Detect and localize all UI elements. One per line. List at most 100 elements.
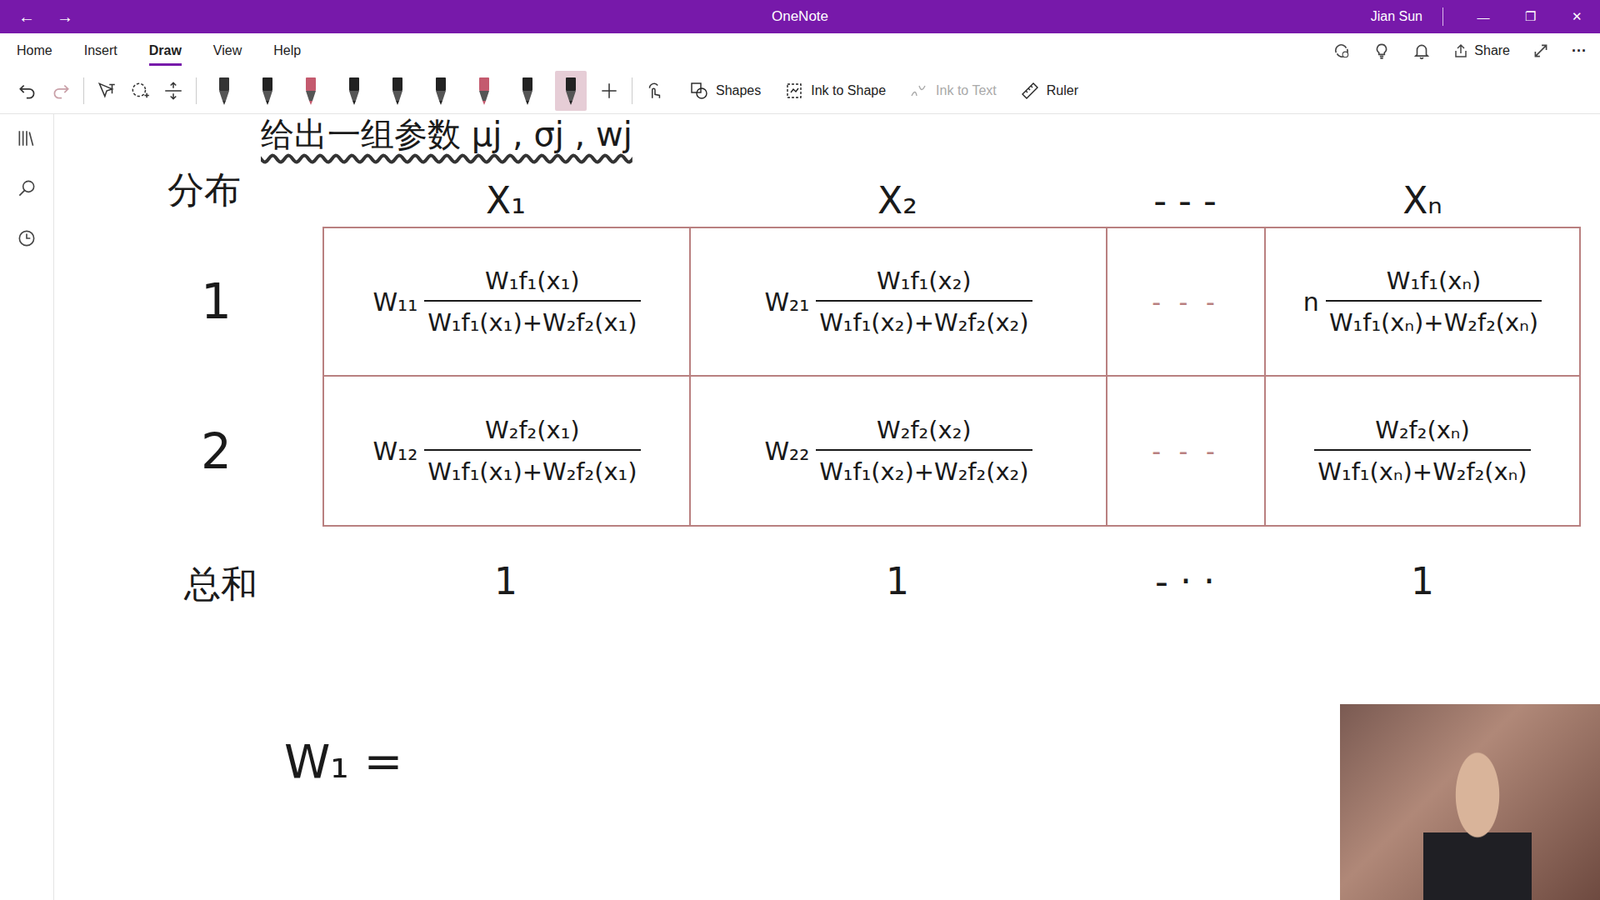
fraction: W₂f₂(x₁) W₁f₁(x₁)+W₂f₂(x₁) <box>424 415 640 486</box>
table-cell: W₁₂ W₂f₂(x₁) W₁f₁(x₁)+W₂f₂(x₁) <box>322 376 690 527</box>
tool-button[interactable]: Ruler <box>1020 80 1079 101</box>
pen-button[interactable] <box>468 70 500 111</box>
denominator: W₁f₁(xₙ)+W₂f₂(xₙ) <box>1314 449 1530 486</box>
pen-icon <box>214 75 235 107</box>
sync-icon[interactable] <box>1332 41 1351 60</box>
pen-button[interactable] <box>251 70 284 111</box>
pen-button[interactable] <box>425 70 457 111</box>
menu-bar: Home Insert Draw View Help Share ··· <box>0 33 1600 69</box>
pen-button[interactable] <box>555 70 587 111</box>
distribution-label: 分布 <box>167 160 323 227</box>
menu-tab[interactable]: Home <box>16 36 53 66</box>
window-title: OneNote <box>771 8 829 25</box>
pen-icon <box>560 75 581 107</box>
window-control[interactable]: — <box>1460 10 1507 25</box>
nav-button[interactable]: ← <box>15 7 39 27</box>
add-space-icon[interactable] <box>162 80 185 102</box>
ruler-icon <box>1020 80 1040 101</box>
column-header: - - - <box>1105 160 1265 227</box>
table-cell: W₂₁ W₁f₁(x₂) W₁f₁(x₂)+W₂f₂(x₂) <box>689 226 1106 377</box>
menu-tab[interactable]: View <box>213 36 242 66</box>
touch-draw-icon[interactable] <box>644 80 666 102</box>
table-cell: W₂₂ W₂f₂(x₂) W₁f₁(x₂)+W₂f₂(x₂) <box>689 376 1106 527</box>
weight-label: W₂₂ <box>764 436 810 466</box>
denominator: W₁f₁(x₁)+W₂f₂(x₁) <box>424 300 640 337</box>
add-pen-icon[interactable] <box>598 80 620 102</box>
ink-to-shape-icon <box>784 80 805 101</box>
ink-heading: 给出一组参数 μj , σj , wj <box>260 115 1600 153</box>
bell-icon[interactable] <box>1412 41 1431 60</box>
window-control[interactable]: ✕ <box>1553 9 1600 25</box>
share-button[interactable]: Share <box>1452 42 1510 60</box>
recent-icon[interactable] <box>15 227 38 250</box>
redo-icon[interactable] <box>50 80 72 102</box>
tool-button[interactable]: Shapes <box>689 80 761 101</box>
tool-button[interactable]: Ink to Shape <box>784 80 886 101</box>
denominator: W₁f₁(x₂)+W₂f₂(x₂) <box>815 449 1032 486</box>
lasso-icon[interactable] <box>129 80 151 102</box>
ellipsis: - - - <box>1151 287 1220 317</box>
window-control[interactable]: ❐ <box>1506 9 1554 25</box>
numerator: W₂f₂(x₂) <box>870 415 979 450</box>
nav-button[interactable]: → <box>53 7 77 27</box>
column-header: X₂ <box>689 160 1106 227</box>
menu-tab[interactable]: Insert <box>84 36 118 66</box>
numerator: W₂f₂(xₙ) <box>1368 415 1476 450</box>
pen-button[interactable] <box>295 70 327 111</box>
sum-value: 1 <box>322 526 690 610</box>
separator <box>631 77 633 105</box>
weight-label: W₁₂ <box>372 436 418 466</box>
pen-button[interactable] <box>208 70 240 111</box>
separator <box>83 77 85 105</box>
user-name[interactable]: Jian Sun <box>1362 9 1443 25</box>
separator <box>195 77 197 105</box>
pen-button[interactable] <box>381 70 414 111</box>
pen-button[interactable] <box>511 70 544 111</box>
pen-icon <box>387 75 408 107</box>
denominator: W₁f₁(x₂)+W₂f₂(x₂) <box>815 300 1032 337</box>
type-select-icon[interactable] <box>95 80 118 102</box>
pen-icon <box>344 75 365 107</box>
left-nav <box>0 114 55 900</box>
separator <box>1442 7 1444 26</box>
pen-icon <box>300 75 321 107</box>
distribution-table: 分布 X₁X₂- - -Xₙ 1 W₁₁ W₁f₁(x₁) W₁f₁(x₁)+W… <box>167 160 1600 610</box>
fraction: W₂f₂(x₂) W₁f₁(x₂)+W₂f₂(x₂) <box>815 415 1032 486</box>
column-header: X₁ <box>322 160 690 227</box>
fullscreen-icon[interactable] <box>1531 41 1550 60</box>
notebooks-icon[interactable] <box>15 127 38 150</box>
ink-to-text-icon <box>909 80 930 101</box>
tool-button[interactable]: Ink to Text <box>909 80 997 101</box>
sum-value: 1 <box>1264 526 1581 610</box>
title-bar: ← → OneNote Jian Sun —❐✕ <box>0 0 1600 34</box>
menu-tab[interactable]: Help <box>273 36 301 66</box>
ellipsis: - - - <box>1151 436 1220 466</box>
more-button[interactable]: ··· <box>1571 42 1592 60</box>
undo-icon[interactable] <box>16 80 39 102</box>
onenote-window: ← → OneNote Jian Sun —❐✕ Home Insert Draw Vi… <box>0 0 1600 900</box>
table-cell: W₁₁ W₁f₁(x₁) W₁f₁(x₁)+W₂f₂(x₁) <box>322 226 690 377</box>
pen-icon <box>257 75 278 107</box>
table-cell: - - - <box>1105 376 1265 527</box>
weight-label: W₂₁ <box>764 287 810 317</box>
numerator: W₂f₂(x₁) <box>478 415 587 450</box>
numerator: W₁f₁(xₙ) <box>1380 266 1488 300</box>
denominator: W₁f₁(x₁)+W₂f₂(x₁) <box>424 449 640 486</box>
draw-toolbar: Shapes Ink to Shape Ink to Text Ruler <box>0 68 1600 115</box>
sum-value: - · · <box>1105 526 1265 610</box>
shapes-icon <box>689 80 710 101</box>
fraction: W₁f₁(xₙ) W₁f₁(xₙ)+W₂f₂(xₙ) <box>1325 266 1542 337</box>
row-label: 1 <box>167 226 323 377</box>
search-icon[interactable] <box>15 177 38 200</box>
pen-button[interactable] <box>338 70 370 111</box>
numerator: W₁f₁(x₁) <box>478 266 587 300</box>
sum-label: 总和 <box>167 526 323 610</box>
menu-tab[interactable]: Draw <box>149 36 182 66</box>
fraction: W₂f₂(xₙ) W₁f₁(xₙ)+W₂f₂(xₙ) <box>1314 415 1530 486</box>
table-cell: - - - <box>1105 226 1265 377</box>
sum-value: 1 <box>689 526 1106 610</box>
denominator: W₁f₁(xₙ)+W₂f₂(xₙ) <box>1325 300 1542 337</box>
row-label: 2 <box>167 376 323 527</box>
lightbulb-icon[interactable] <box>1372 41 1391 60</box>
pen-icon <box>474 75 495 107</box>
